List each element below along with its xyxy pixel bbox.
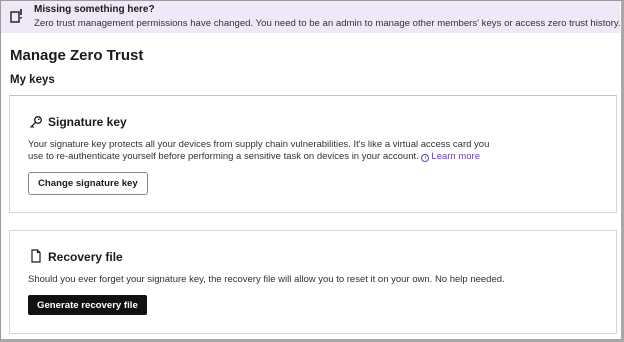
signature-key-description-text: use to re-authenticate yourself before p… [28, 151, 419, 162]
recovery-file-description: Should you ever forget your signature ke… [28, 274, 505, 285]
document-icon [29, 249, 43, 263]
generate-recovery-file-button[interactable]: Generate recovery file [28, 295, 147, 315]
change-signature-key-button[interactable]: Change signature key [28, 172, 148, 195]
signature-key-card: Signature key Your signature key protect… [9, 95, 617, 213]
recovery-file-card: Recovery file Should you ever forget you… [9, 230, 617, 334]
recovery-file-title: Recovery file [48, 250, 123, 264]
signature-key-description-line2: use to re-authenticate yourself before p… [28, 150, 480, 163]
banner-text: Zero trust management permissions have c… [34, 18, 621, 29]
info-exclamation-icon [10, 8, 24, 24]
banner-title: Missing something here? [34, 4, 155, 15]
key-icon [29, 115, 43, 129]
permissions-banner: Missing something here? Zero trust manag… [1, 1, 621, 33]
learn-more-link[interactable]: i Learn more [421, 151, 480, 162]
page-title: Manage Zero Trust [10, 47, 144, 64]
signature-key-title: Signature key [48, 115, 127, 129]
learn-more-label: Learn more [431, 151, 481, 162]
section-title-my-keys: My keys [10, 74, 55, 86]
info-icon: i [421, 154, 430, 162]
